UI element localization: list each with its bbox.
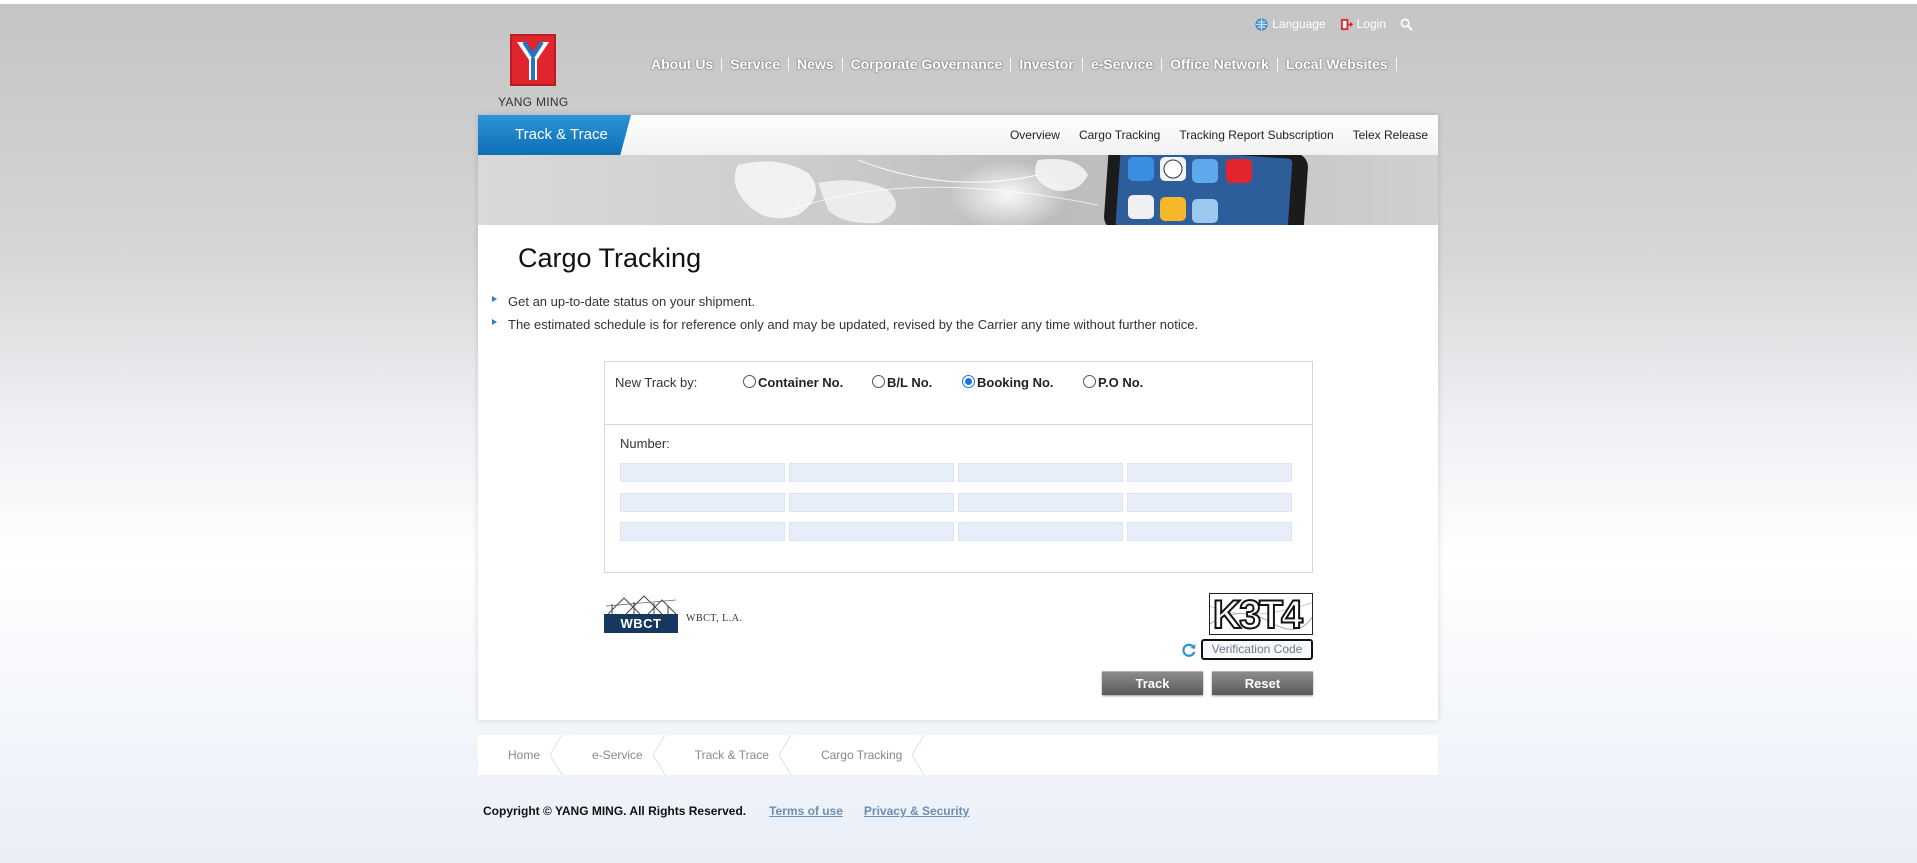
refresh-icon[interactable] — [1181, 642, 1197, 658]
search-button[interactable] — [1400, 18, 1413, 31]
radio-circle[interactable] — [743, 375, 756, 388]
number-input[interactable] — [620, 522, 785, 541]
number-input[interactable] — [958, 493, 1123, 512]
captcha-input-row: Verification Code — [1181, 639, 1313, 660]
info-bullets: Get an up-to-date status on your shipmen… — [490, 293, 1198, 339]
track-by-label: New Track by: — [615, 375, 698, 390]
wbct-tagline: WBCT, L.A. — [686, 613, 743, 624]
wbct-logo: WBCT — [604, 594, 678, 634]
section-tab-track-trace[interactable]: Track & Trace — [478, 115, 631, 155]
main-nav: About Us Service News Corporate Governan… — [643, 56, 1397, 72]
section-subnav: Track & Trace Overview Cargo Tracking Tr… — [478, 115, 1438, 155]
radio-booking-no[interactable]: Booking No. — [962, 375, 1054, 390]
logo-mark — [510, 34, 556, 86]
nav-news[interactable]: News — [789, 56, 842, 72]
number-input[interactable] — [620, 493, 785, 512]
number-label: Number: — [620, 436, 670, 451]
terms-of-use-link[interactable]: Terms of use — [769, 804, 843, 818]
verification-code-input[interactable]: Verification Code — [1201, 639, 1313, 660]
bullet-item: The estimated schedule is for reference … — [490, 316, 1198, 339]
track-by-row: New Track by: Container No. B/L No. Book… — [605, 362, 1312, 425]
radio-label: P.O No. — [1098, 375, 1144, 390]
number-input[interactable] — [1127, 493, 1292, 512]
radio-label: Booking No. — [977, 375, 1054, 390]
nav-separator — [1010, 57, 1012, 71]
bullet-item: Get an up-to-date status on your shipmen… — [490, 293, 1198, 316]
banner-image — [478, 155, 1438, 225]
site-header: YANG MING Language Login About Us Servic… — [478, 4, 1438, 115]
main-content: Track & Trace Overview Cargo Tracking Tr… — [478, 115, 1438, 720]
nav-local-websites[interactable]: Local Websites — [1278, 56, 1396, 72]
language-label: Language — [1272, 17, 1326, 31]
radio-label: Container No. — [758, 375, 844, 390]
number-input[interactable] — [958, 522, 1123, 541]
nav-separator — [1161, 57, 1163, 71]
radio-circle[interactable] — [872, 375, 885, 388]
breadcrumb: Home e-Service Track & Trace Cargo Track… — [478, 735, 1438, 775]
breadcrumb-cargo-tracking[interactable]: Cargo Tracking — [791, 735, 925, 775]
door-icon — [1340, 18, 1353, 30]
nav-investor[interactable]: Investor — [1011, 56, 1081, 72]
number-input[interactable] — [789, 463, 954, 482]
globe-icon — [1255, 17, 1268, 31]
search-icon — [1400, 18, 1413, 31]
number-input[interactable] — [789, 522, 954, 541]
login-link[interactable]: Login — [1340, 17, 1386, 31]
radio-po-no[interactable]: P.O No. — [1083, 375, 1143, 390]
nav-separator — [788, 57, 790, 71]
breadcrumb-home[interactable]: Home — [478, 735, 563, 775]
logo-text: YANG MING — [498, 95, 569, 109]
radio-circle-selected[interactable] — [962, 375, 975, 388]
track-form: New Track by: Container No. B/L No. Book… — [604, 361, 1313, 573]
captcha-image: K3T4 — [1209, 593, 1313, 635]
reset-button[interactable]: Reset — [1212, 671, 1313, 695]
captcha-text: K3T4 — [1212, 593, 1304, 635]
subnav-cargo-tracking[interactable]: Cargo Tracking — [1079, 128, 1160, 142]
number-input[interactable] — [620, 463, 785, 482]
privacy-security-link[interactable]: Privacy & Security — [864, 804, 969, 818]
number-input[interactable] — [1127, 522, 1292, 541]
nav-office-network[interactable]: Office Network — [1162, 56, 1277, 72]
nav-separator — [841, 57, 843, 71]
login-label: Login — [1356, 17, 1386, 31]
track-button[interactable]: Track — [1102, 671, 1203, 695]
nav-separator — [1081, 57, 1083, 71]
copyright-text: Copyright © YANG MING. All Rights Reserv… — [483, 804, 747, 818]
nav-about-us[interactable]: About Us — [643, 56, 721, 72]
utility-bar: Language Login — [1255, 17, 1413, 31]
language-link[interactable]: Language — [1255, 17, 1326, 31]
number-input[interactable] — [789, 493, 954, 512]
radio-container-no[interactable]: Container No. — [743, 375, 843, 390]
wbct-partner-logo: WBCT WBCT, L.A. — [604, 594, 742, 634]
number-input[interactable] — [958, 463, 1123, 482]
nav-corporate-governance[interactable]: Corporate Governance — [843, 56, 1011, 72]
yang-ming-logo[interactable]: YANG MING — [498, 34, 568, 109]
nav-separator — [721, 57, 723, 71]
radio-circle[interactable] — [1083, 375, 1096, 388]
nav-service[interactable]: Service — [722, 56, 788, 72]
subnav-tracking-report-subscription[interactable]: Tracking Report Subscription — [1179, 128, 1333, 142]
wbct-logo-text: WBCT — [604, 614, 678, 633]
footer: Copyright © YANG MING. All Rights Reserv… — [483, 804, 990, 818]
nav-separator — [1276, 57, 1278, 71]
nav-separator — [1395, 57, 1397, 71]
section-links: Overview Cargo Tracking Tracking Report … — [1010, 115, 1428, 155]
radio-label: B/L No. — [887, 375, 933, 390]
nav-e-service[interactable]: e-Service — [1083, 56, 1161, 72]
radio-bl-no[interactable]: B/L No. — [872, 375, 932, 390]
subnav-telex-release[interactable]: Telex Release — [1353, 128, 1428, 142]
breadcrumb-track-trace[interactable]: Track & Trace — [665, 735, 792, 775]
page-title: Cargo Tracking — [518, 243, 702, 273]
number-input[interactable] — [1127, 463, 1292, 482]
breadcrumb-e-service[interactable]: e-Service — [562, 735, 665, 775]
subnav-overview[interactable]: Overview — [1010, 128, 1060, 142]
